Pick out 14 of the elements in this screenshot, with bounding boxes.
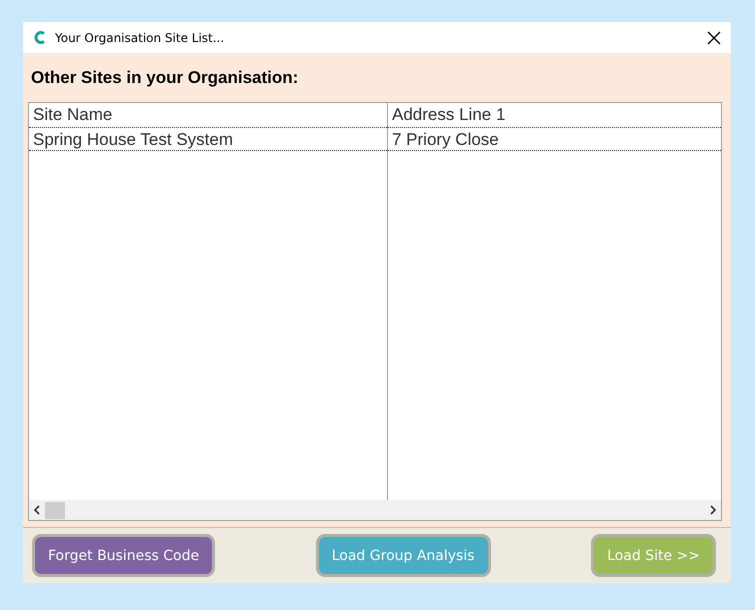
close-button[interactable] [706, 30, 722, 46]
column-header[interactable]: Site Name [29, 103, 387, 127]
table-cell: Spring House Test System [29, 127, 387, 151]
action-button[interactable]: Forget Business Code [32, 534, 216, 577]
app-logo-icon [33, 30, 47, 45]
scrollbar-thumb[interactable] [45, 502, 65, 518]
window-title: Your Organisation Site List... [55, 30, 226, 44]
scroll-right-icon[interactable] [709, 505, 717, 515]
scroll-left-icon[interactable] [33, 505, 41, 515]
table-cell: 7 Priory Close [387, 127, 721, 151]
horizontal-scrollbar[interactable] [29, 500, 721, 520]
action-button[interactable]: Load Group Analysis [316, 534, 491, 577]
column-header[interactable]: Address Line 1 [387, 103, 721, 127]
section-heading: Other Sites in your Organisation: [30, 67, 300, 87]
